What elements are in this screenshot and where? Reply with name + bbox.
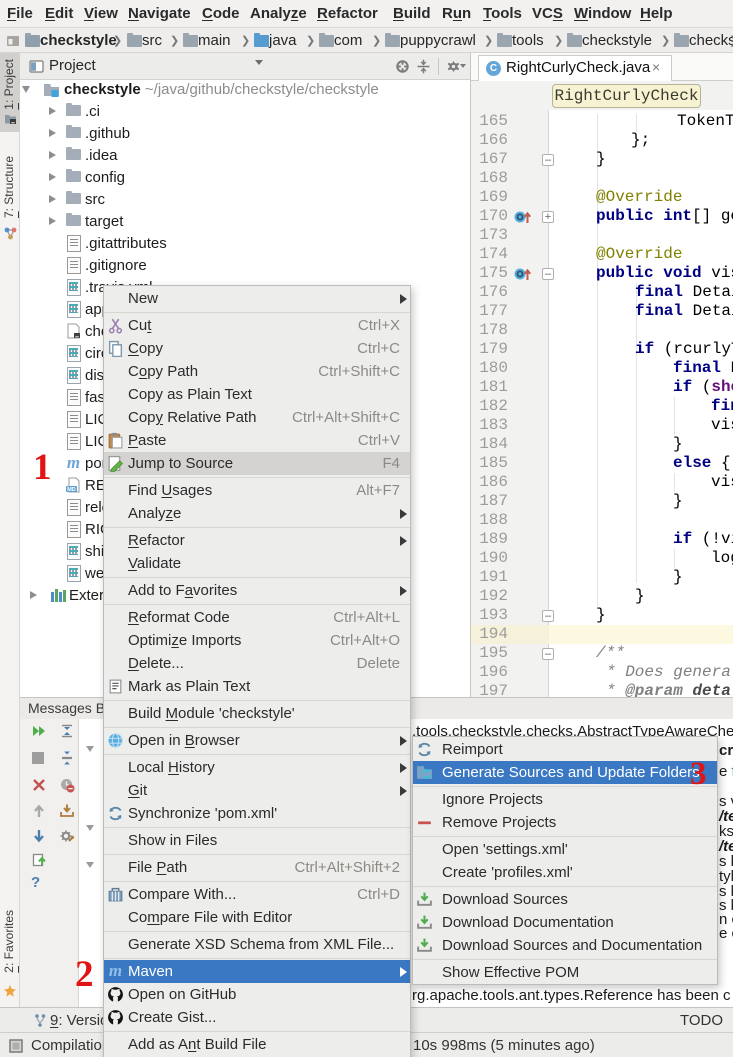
svg-text:MD: MD — [67, 487, 76, 493]
